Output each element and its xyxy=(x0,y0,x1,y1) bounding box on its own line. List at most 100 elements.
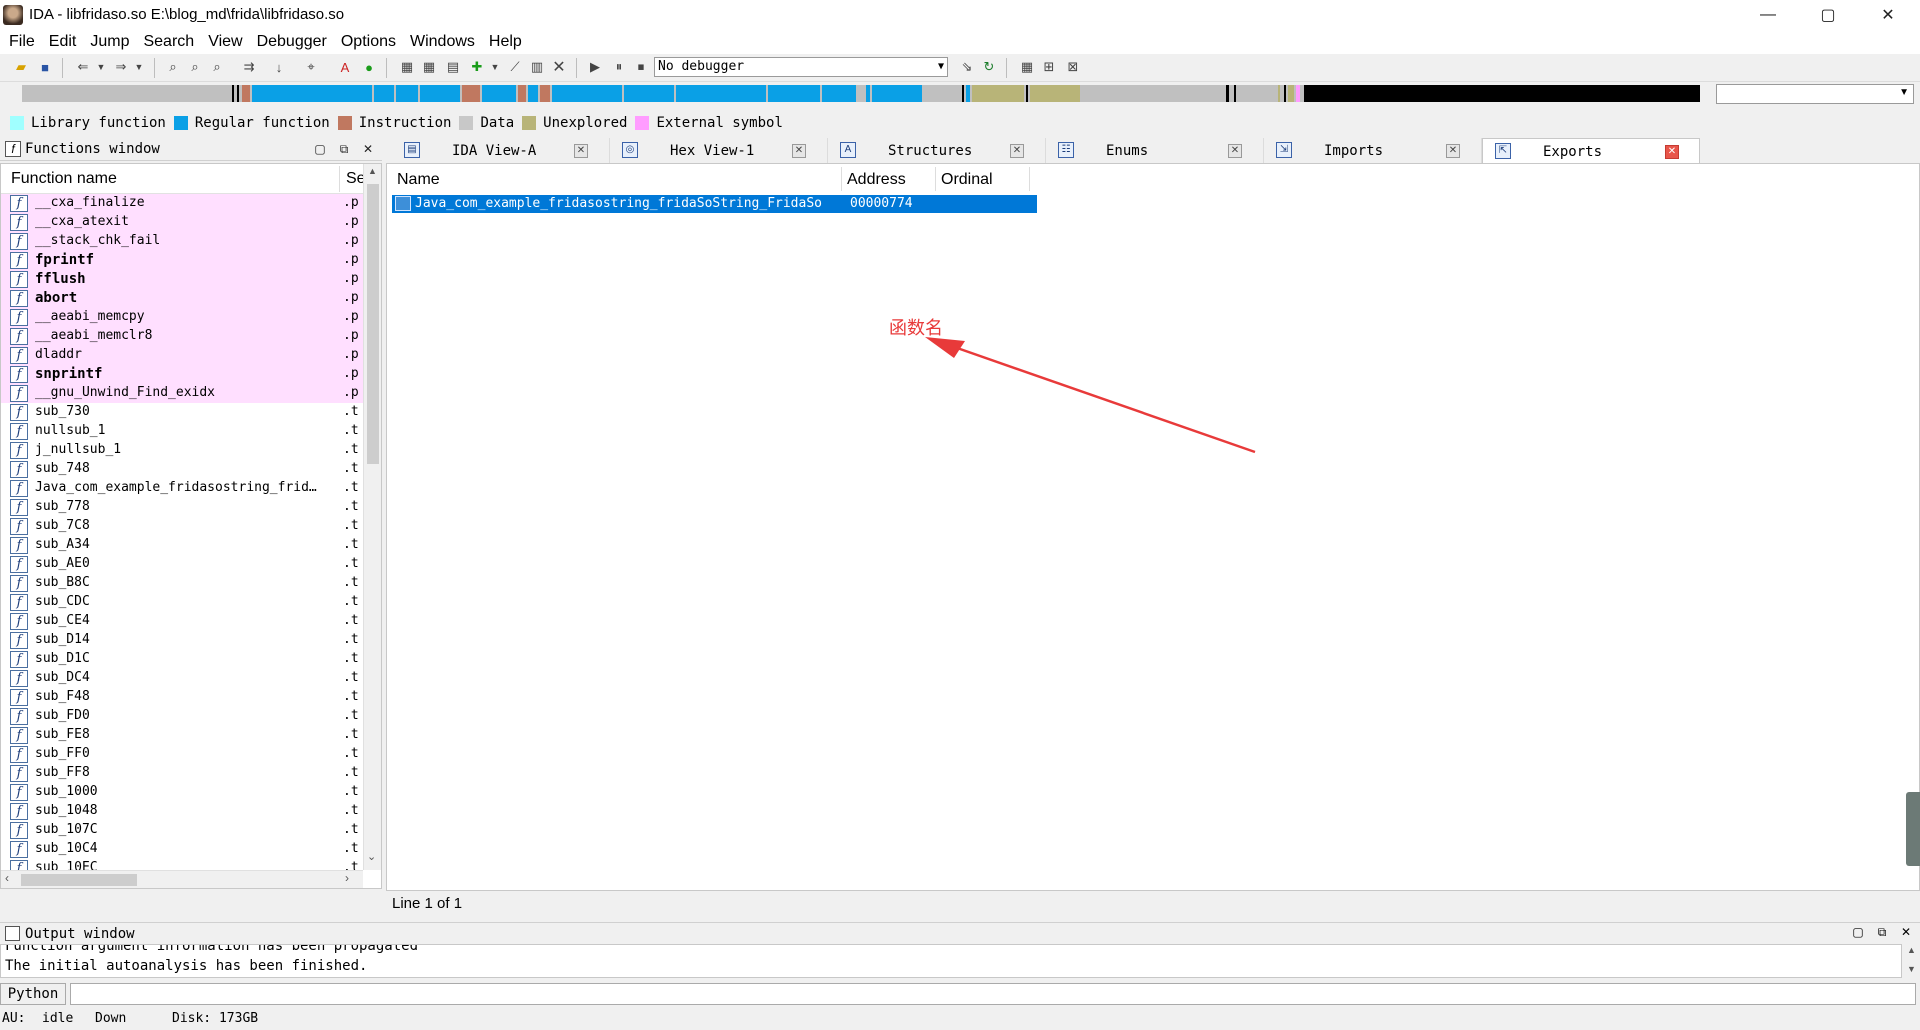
tab-structures[interactable]: A Structures ✕ xyxy=(828,138,1046,163)
debugger-select[interactable]: No debugger ▼ xyxy=(654,57,948,77)
tab-close-icon[interactable]: ✕ xyxy=(574,144,588,158)
function-row[interactable]: f sub_FE8 .t xyxy=(1,726,363,745)
maximize-button[interactable]: ▢ xyxy=(1800,0,1856,29)
function-row[interactable]: f sub_7C8 .t xyxy=(1,517,363,536)
menu-view[interactable]: View xyxy=(201,29,249,54)
function-row[interactable]: f sub_B8C .t xyxy=(1,574,363,593)
scroll-up-icon[interactable]: ▲ xyxy=(368,166,377,176)
function-row[interactable]: f sub_DC4 .t xyxy=(1,669,363,688)
menu-edit[interactable]: Edit xyxy=(42,29,84,54)
output-window-float-button[interactable]: ⧉ xyxy=(1875,925,1889,939)
menu-search[interactable]: Search xyxy=(136,29,201,54)
data-icon[interactable]: ▦ xyxy=(420,58,438,76)
save-icon[interactable]: ■ xyxy=(36,58,54,76)
tab-close-icon[interactable]: ✕ xyxy=(792,144,806,158)
search-immediate-icon[interactable]: ⌕ xyxy=(208,58,226,76)
code-icon[interactable]: ▦ xyxy=(398,58,416,76)
function-row[interactable]: f sub_10C4 .t xyxy=(1,840,363,859)
menu-debugger[interactable]: Debugger xyxy=(250,29,334,54)
function-row[interactable]: f sub_D1C .t xyxy=(1,650,363,669)
scroll-thumb[interactable] xyxy=(21,874,137,886)
forward-icon[interactable]: ⇒ xyxy=(112,58,130,76)
function-row[interactable]: f __aeabi_memclr8 .p xyxy=(1,327,363,346)
open-file-icon[interactable]: ▰ xyxy=(12,58,30,76)
column-ordinal[interactable]: Ordinal xyxy=(941,171,993,189)
function-row[interactable]: f sub_F48 .t xyxy=(1,688,363,707)
search-all-icon[interactable]: ⌖ xyxy=(302,58,320,76)
search-text-icon[interactable]: ⌕ xyxy=(164,58,182,76)
delete-icon[interactable]: ✕ xyxy=(550,58,568,76)
tab-close-icon[interactable]: ✕ xyxy=(1228,144,1242,158)
menu-jump[interactable]: Jump xyxy=(83,29,136,54)
function-row[interactable]: f sub_778 .t xyxy=(1,498,363,517)
flow-chart-icon[interactable]: ⊞ xyxy=(1040,58,1058,76)
back-icon[interactable]: ⇐ xyxy=(74,58,92,76)
function-row[interactable]: f sub_A34 .t xyxy=(1,536,363,555)
functions-vertical-scrollbar[interactable]: ▲ ⌄ xyxy=(363,164,381,870)
stop-debug-icon[interactable]: ⏹ xyxy=(632,58,650,76)
strings-icon[interactable]: ▤ xyxy=(444,58,462,76)
function-row[interactable]: f __cxa_finalize .p xyxy=(1,194,363,213)
tab-imports[interactable]: ⇲ Imports ✕ xyxy=(1264,138,1482,163)
scroll-thumb[interactable] xyxy=(367,184,379,464)
step-into-icon[interactable]: ⇘ xyxy=(958,58,976,76)
side-scroll-handle[interactable] xyxy=(1906,792,1920,866)
scroll-down-icon[interactable]: ⌄ xyxy=(367,850,376,863)
function-row[interactable]: f Java_com_example_fridasostring_frid… .t xyxy=(1,479,363,498)
function-row[interactable]: f sub_1048 .t xyxy=(1,802,363,821)
functions-horizontal-scrollbar[interactable]: ‹ › xyxy=(1,870,363,888)
graph-icon[interactable]: ▦ xyxy=(1018,58,1036,76)
tab-hex-view-1[interactable]: ◎ Hex View-1 ✕ xyxy=(610,138,828,163)
tab-close-icon[interactable]: ✕ xyxy=(1665,145,1679,159)
functions-window-maximize-button[interactable]: ▢ xyxy=(313,142,327,156)
lock-icon[interactable]: ▥ xyxy=(528,58,546,76)
function-row[interactable]: f sub_FF0 .t xyxy=(1,745,363,764)
function-row[interactable]: f sub_1000 .t xyxy=(1,783,363,802)
jump-down-icon[interactable]: ↓ xyxy=(270,58,288,76)
output-window-maximize-button[interactable]: ▢ xyxy=(1851,925,1865,939)
search-next-icon[interactable]: ⇉ xyxy=(240,58,258,76)
forward-dropdown-icon[interactable]: ▼ xyxy=(130,58,148,76)
search-binary-icon[interactable]: ⌕ xyxy=(186,58,204,76)
text-mode-icon[interactable]: A xyxy=(336,58,354,76)
function-row[interactable]: f dladdr .p xyxy=(1,346,363,365)
function-row[interactable]: f sub_FD0 .t xyxy=(1,707,363,726)
python-button[interactable]: Python xyxy=(0,983,66,1005)
undefine-icon[interactable]: ⟋ xyxy=(506,58,524,76)
output-window-body[interactable]: Function argument information has been p… xyxy=(0,944,1902,978)
column-address[interactable]: Address xyxy=(847,171,906,189)
add-icon[interactable]: ✚ xyxy=(468,58,486,76)
tab-close-icon[interactable]: ✕ xyxy=(1010,144,1024,158)
column-function-name[interactable]: Function name xyxy=(11,170,117,188)
menu-windows[interactable]: Windows xyxy=(403,29,482,54)
function-row[interactable]: f sub_CE4 .t xyxy=(1,612,363,631)
function-row[interactable]: f sub_FF8 .t xyxy=(1,764,363,783)
function-row[interactable]: f sub_CDC .t xyxy=(1,593,363,612)
menu-help[interactable]: Help xyxy=(482,29,529,54)
tab-exports[interactable]: ⇱ Exports ✕ xyxy=(1482,138,1700,164)
function-row[interactable]: f abort .p xyxy=(1,289,363,308)
minimize-button[interactable]: — xyxy=(1740,0,1796,29)
scroll-right-icon[interactable]: › xyxy=(345,871,349,885)
column-name[interactable]: Name xyxy=(397,171,440,189)
scroll-down-icon[interactable]: ▼ xyxy=(1907,964,1916,974)
functions-window-close-button[interactable]: ✕ xyxy=(361,142,375,156)
xref-icon[interactable]: ⊠ xyxy=(1064,58,1082,76)
functions-window-float-button[interactable]: ⧉ xyxy=(337,142,351,156)
output-vertical-scrollbar[interactable]: ▲ ▼ xyxy=(1902,944,1920,978)
function-row[interactable]: f __stack_chk_fail .p xyxy=(1,232,363,251)
function-row[interactable]: f sub_D14 .t xyxy=(1,631,363,650)
refresh-icon[interactable]: ↻ xyxy=(980,58,998,76)
tab-ida-view-a[interactable]: ▤ IDA View-A ✕ xyxy=(392,138,610,163)
navigation-band[interactable] xyxy=(22,85,1700,102)
function-row[interactable]: f __aeabi_memcpy .p xyxy=(1,308,363,327)
pause-debug-icon[interactable]: ⏸ xyxy=(610,58,628,76)
function-row[interactable]: f __gnu_Unwind_Find_exidx .p xyxy=(1,384,363,403)
function-row[interactable]: f sub_107C .t xyxy=(1,821,363,840)
run-analysis-icon[interactable]: ● xyxy=(360,58,378,76)
scroll-up-icon[interactable]: ▲ xyxy=(1907,945,1916,955)
python-command-input[interactable] xyxy=(70,983,1916,1005)
tab-close-icon[interactable]: ✕ xyxy=(1446,144,1460,158)
function-row[interactable]: f snprintf .p xyxy=(1,365,363,384)
output-window-close-button[interactable]: ✕ xyxy=(1899,925,1913,939)
